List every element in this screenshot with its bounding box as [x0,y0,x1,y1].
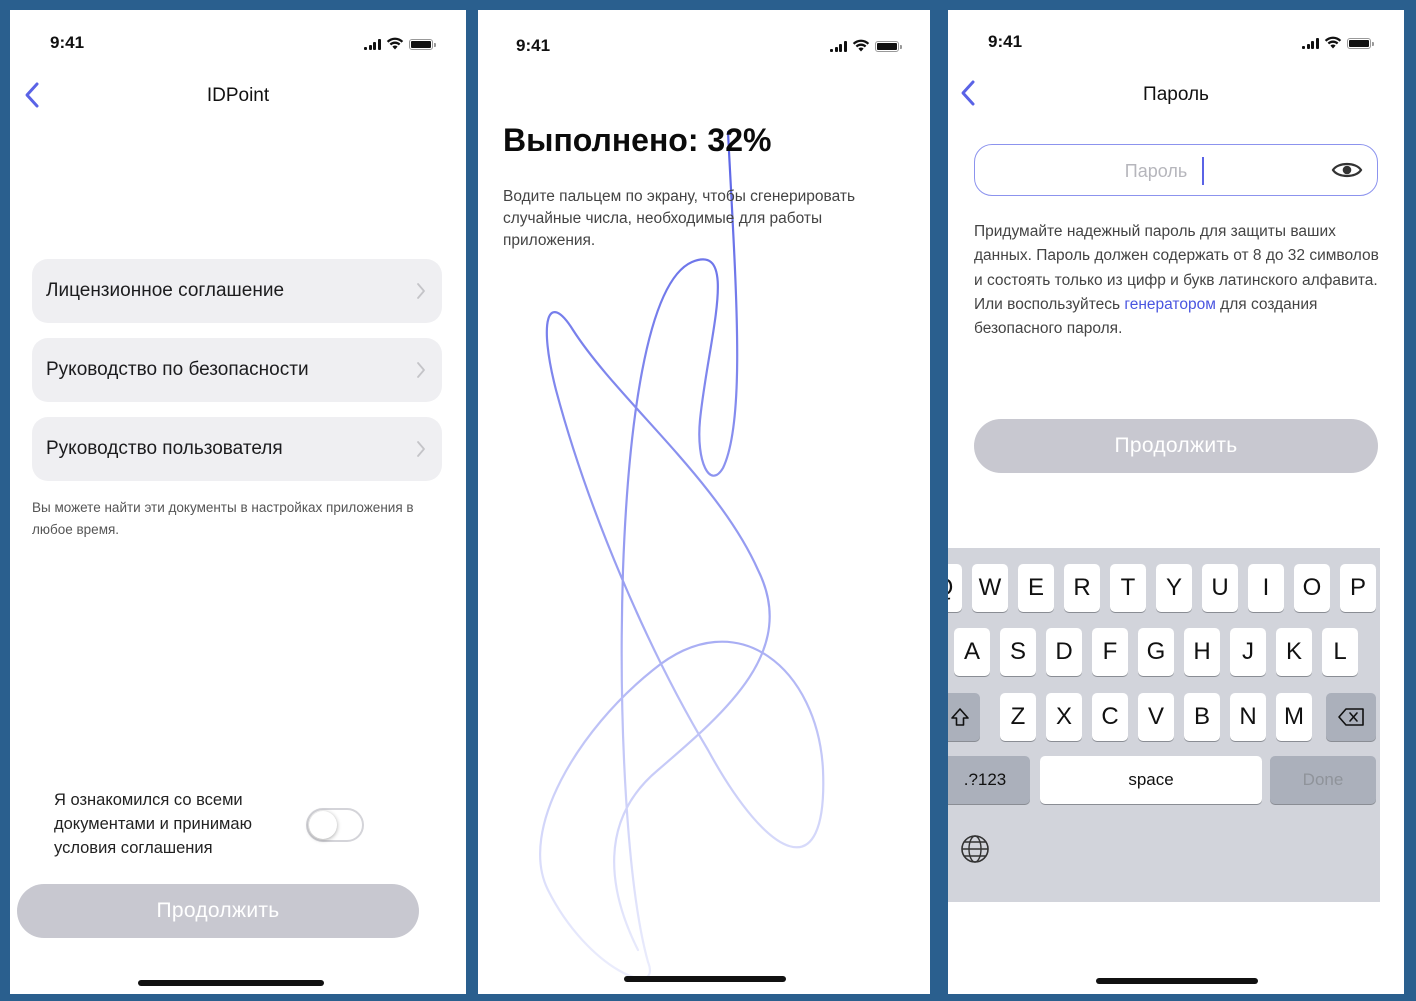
chevron-right-icon [417,362,425,378]
key-e[interactable]: E [1018,564,1054,612]
numbers-key[interactable]: .?123 [948,756,1030,804]
row-label: Руководство по безопасности [46,359,309,380]
done-key[interactable]: Done [1270,756,1376,804]
key-d[interactable]: D [1046,628,1082,676]
agreement-toggle[interactable] [306,808,364,842]
wifi-icon [386,37,403,50]
key-f[interactable]: F [1092,628,1128,676]
shift-key[interactable] [948,693,980,741]
key-p[interactable]: P [1340,564,1376,612]
key-l[interactable]: L [1322,628,1358,676]
home-indicator [624,976,786,982]
progress-title: Выполнено: 32% [503,122,772,158]
status-time: 9:41 [516,36,551,55]
key-o[interactable]: O [1294,564,1330,612]
text-caret [1202,157,1204,185]
globe-icon[interactable] [960,834,990,864]
key-x[interactable]: X [1046,693,1082,741]
home-indicator [1096,978,1258,984]
key-j[interactable]: J [1230,628,1266,676]
key-a[interactable]: A [954,628,990,676]
key-h[interactable]: H [1184,628,1220,676]
row-label: Лицензионное соглашение [46,280,285,301]
password-screen: 9:41 Пароль Придумайте надежный пароль д… [948,10,1404,994]
key-g[interactable]: G [1138,628,1174,676]
status-time: 9:41 [50,33,85,52]
key-z[interactable]: Z [1000,693,1036,741]
row-security-guide[interactable]: Руководство по безопасности [32,338,442,402]
key-v[interactable]: V [1138,693,1174,741]
key-n[interactable]: N [1230,693,1266,741]
status-icons [1302,36,1374,49]
continue-button[interactable]: Продолжить [17,884,419,938]
signal-icon [1302,38,1319,49]
agreement-text: Я ознакомился со всеми документами и при… [54,791,252,857]
key-u[interactable]: U [1202,564,1238,612]
wifi-icon [852,39,869,52]
key-w[interactable]: W [972,564,1008,612]
chevron-right-icon [417,441,425,457]
documents-hint: Вы можете найти эти документы в настройк… [32,500,414,537]
space-key[interactable]: space [1040,756,1262,804]
nav-title: IDPoint [206,85,270,106]
continue-button[interactable]: Продолжить [974,419,1378,473]
key-r[interactable]: R [1064,564,1100,612]
key-q[interactable]: Q [948,564,962,612]
key-i[interactable]: I [1248,564,1284,612]
key-t[interactable]: T [1110,564,1146,612]
key-c[interactable]: C [1092,693,1128,741]
entropy-screen[interactable]: 9:41 Выполнено: 32% Водите пальцем по эк… [478,10,930,994]
eye-icon[interactable] [1331,159,1363,181]
wifi-icon [1324,36,1341,49]
key-k[interactable]: K [1276,628,1312,676]
signal-icon [830,41,847,52]
generator-link[interactable]: генератором [1124,296,1215,313]
battery-icon [408,39,436,50]
key-b[interactable]: B [1184,693,1220,741]
backspace-key[interactable] [1326,693,1376,741]
status-icons [364,37,436,50]
battery-icon [1346,38,1374,49]
backspace-icon [1338,708,1364,726]
row-license-agreement[interactable]: Лицензионное соглашение [32,259,442,323]
shift-icon [951,708,969,726]
row-label: Руководство пользователя [46,438,283,459]
signal-icon [364,39,381,50]
status-time: 9:41 [988,32,1023,51]
key-m[interactable]: M [1276,693,1312,741]
home-indicator [138,980,324,986]
instruction-text: Водите пальцем по экрану, чтобы сгенерир… [503,188,856,249]
key-y[interactable]: Y [1156,564,1192,612]
key-s[interactable]: S [1000,628,1036,676]
chevron-right-icon [417,283,425,299]
row-user-guide[interactable]: Руководство пользователя [32,417,442,481]
keyboard: Q W E R T Y U I O P A S D F G H J K L Z … [948,548,1380,902]
battery-icon [874,41,902,52]
nav-title: Пароль [1143,84,1209,105]
password-field[interactable] [974,144,1378,196]
password-help: Придумайте надежный пароль для защиты ва… [974,220,1382,341]
toggle-knob [309,811,337,839]
status-icons [830,39,902,52]
license-screen: 9:41 IDPoint Лицензионное соглашение Рук… [10,10,466,994]
password-input[interactable] [991,153,1321,189]
